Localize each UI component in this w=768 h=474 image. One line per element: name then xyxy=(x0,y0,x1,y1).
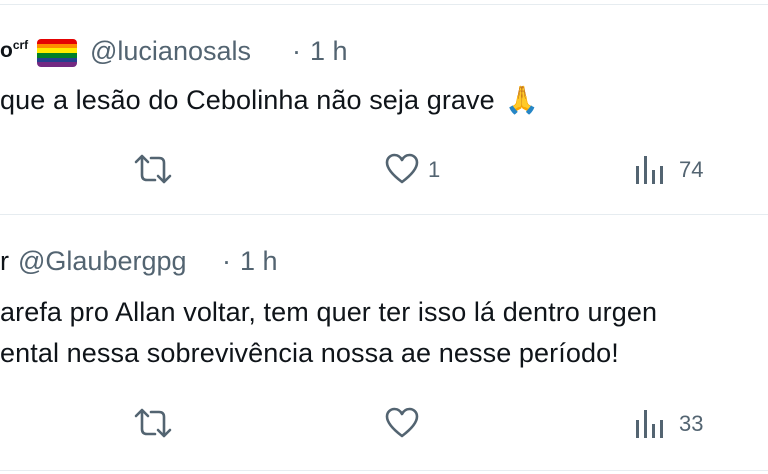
analytics-icon[interactable] xyxy=(634,154,666,184)
like-button[interactable] xyxy=(384,152,420,186)
bottom-divider xyxy=(0,470,768,471)
like-button[interactable] xyxy=(384,406,420,440)
retweet-icon[interactable] xyxy=(133,152,173,186)
user-handle[interactable]: @lucianosals xyxy=(90,36,251,67)
display-name-fragment[interactable]: r xyxy=(0,246,9,277)
top-divider xyxy=(0,4,768,5)
heart-icon xyxy=(384,152,420,186)
tweet-text-line-1: arefa pro Allan voltar, tem quer ter iss… xyxy=(0,297,658,327)
pray-emoji: 🙏 xyxy=(505,85,539,115)
view-count: 74 xyxy=(679,157,704,182)
heart-icon xyxy=(384,406,420,440)
tweet-divider xyxy=(0,214,768,215)
timestamp[interactable]: 1 h xyxy=(240,246,278,277)
rainbow-flag-icon xyxy=(37,39,77,67)
tweet-text-line-2: ental nessa sobrevivência nossa ae nesse… xyxy=(0,338,619,368)
tweet-1-body: que a lesão do Cebolinha não seja grave … xyxy=(0,84,539,116)
timestamp[interactable]: 1 h xyxy=(310,36,348,67)
separator-dot: · xyxy=(222,246,231,276)
like-count: 1 xyxy=(428,157,441,182)
user-handle[interactable]: @Glaubergpg xyxy=(18,246,187,277)
tweet-text: que a lesão do Cebolinha não seja grave xyxy=(0,85,495,115)
analytics-icon[interactable] xyxy=(634,408,666,438)
separator-dot: · xyxy=(292,36,301,66)
view-count: 33 xyxy=(679,411,704,436)
retweet-icon[interactable] xyxy=(133,406,173,440)
display-name-fragment[interactable]: ocrf xyxy=(0,38,28,63)
